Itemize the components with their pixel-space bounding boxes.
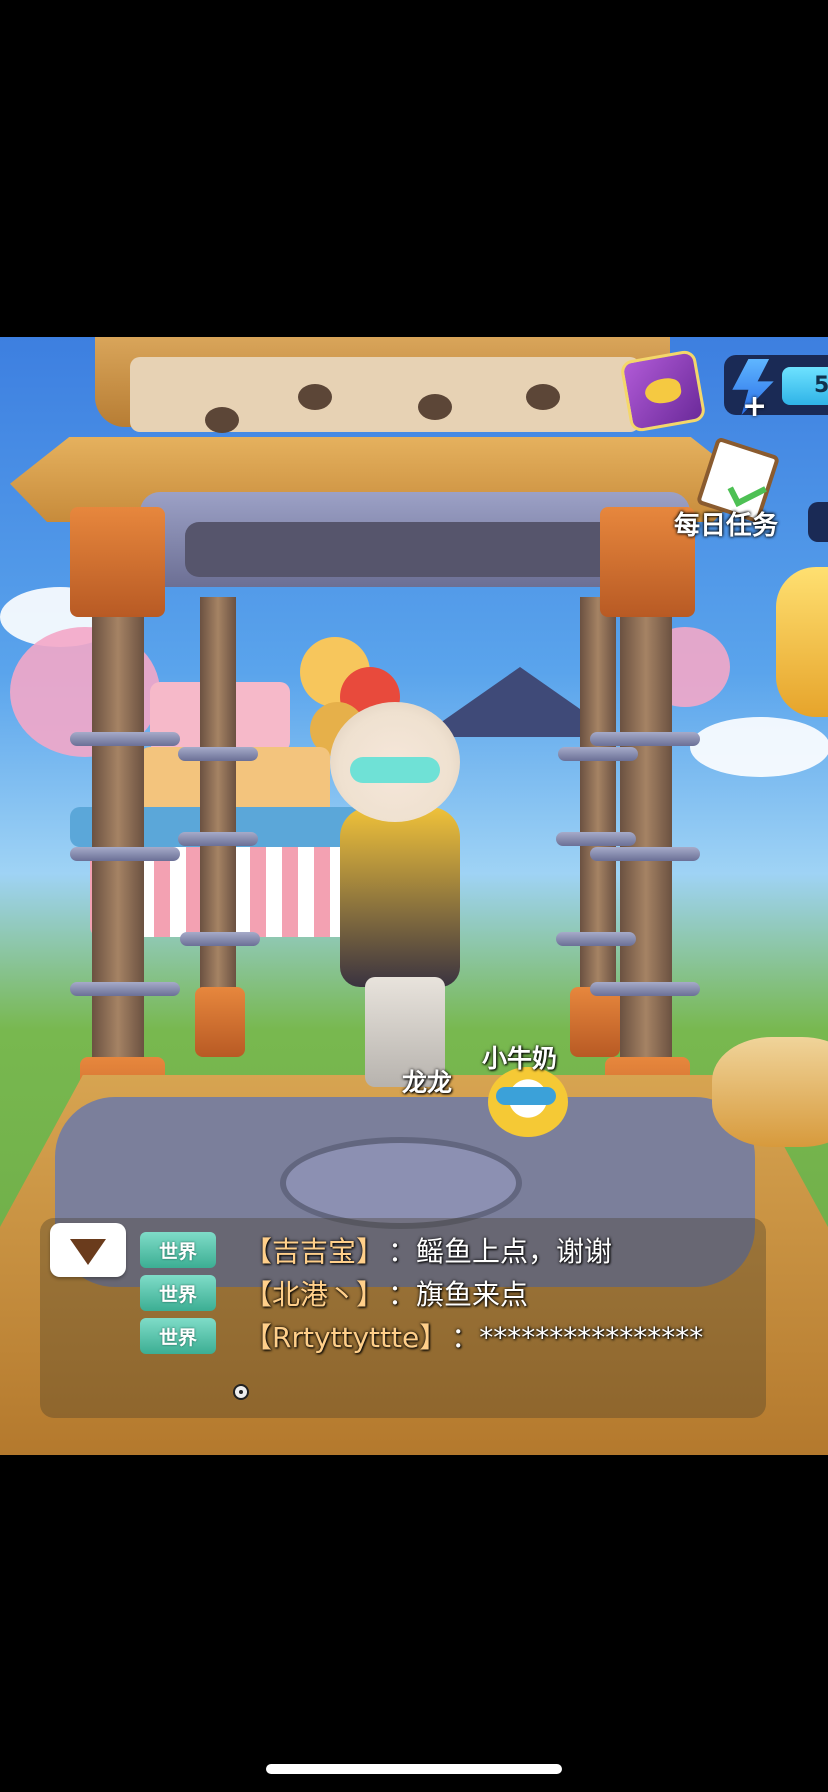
gazebo-pillar xyxy=(580,597,616,1017)
channel-badge: 世界 xyxy=(140,1275,216,1311)
fish-icon xyxy=(643,376,683,406)
checkmark-icon xyxy=(727,473,767,507)
side-panel-tab[interactable] xyxy=(808,502,828,542)
pillar-rung xyxy=(70,982,180,996)
player-nameplate: 龙龙 xyxy=(402,1068,453,1097)
daily-tasks-button[interactable] xyxy=(695,436,781,524)
pillar-rung xyxy=(556,832,636,846)
gazebo-pillar xyxy=(200,597,236,1017)
chat-sender[interactable]: 【北港丶】 xyxy=(244,1273,384,1313)
add-energy-button[interactable]: + xyxy=(742,389,767,424)
gazebo-pillar xyxy=(92,567,144,1087)
gazebo-pillar xyxy=(620,567,672,1087)
chat-text: ：旗鱼来点 xyxy=(388,1278,529,1311)
player-character-visor xyxy=(350,757,440,783)
pillar-rung xyxy=(178,832,258,846)
home-indicator[interactable] xyxy=(266,1764,562,1774)
chat-sender[interactable]: 【吉吉宝】 xyxy=(244,1230,384,1270)
pillar-rung xyxy=(178,747,258,761)
daily-tasks-label: 每日任务 xyxy=(674,511,779,541)
chat-scroll-indicator-icon xyxy=(233,1384,249,1400)
pillar-rung xyxy=(180,932,260,946)
decor-pad xyxy=(712,1037,828,1147)
pillar-rung xyxy=(556,932,636,946)
pillar-cap xyxy=(195,987,245,1057)
fish-collection-button[interactable] xyxy=(619,348,707,434)
pillar-rung xyxy=(558,747,638,761)
chat-text: ：鳐鱼上点，谢谢 xyxy=(388,1235,613,1268)
triangle-down-icon xyxy=(70,1239,106,1265)
pet-nameplate: 小牛奶 xyxy=(482,1044,558,1073)
cloud xyxy=(690,717,828,777)
pillar-cap xyxy=(570,987,620,1057)
pillar-rung xyxy=(590,847,700,861)
channel-badge: 世界 xyxy=(140,1318,216,1354)
pet-mask xyxy=(496,1087,556,1105)
pillar-rung xyxy=(590,732,700,746)
hud: 52 + 每日任务 xyxy=(0,337,828,637)
player-character-body[interactable] xyxy=(340,807,460,987)
chat-message: 世界 【Rrtyttyttte】 ：**************** xyxy=(140,1316,703,1356)
chat-message: 世界 【吉吉宝】 ：鳐鱼上点，谢谢 xyxy=(140,1230,612,1270)
pillar-rung xyxy=(70,847,180,861)
channel-badge: 世界 xyxy=(140,1232,216,1268)
chat-collapse-button[interactable] xyxy=(50,1223,126,1277)
chat-sender[interactable]: 【Rrtyttyttte】 xyxy=(244,1316,447,1356)
chat-message: 世界 【北港丶】 ：旗鱼来点 xyxy=(140,1273,528,1313)
gazebo-floor-disk xyxy=(280,1137,522,1229)
pillar-rung xyxy=(590,982,700,996)
chat-text: ：**************** xyxy=(451,1321,704,1354)
energy-value: 52 xyxy=(782,367,828,405)
pillar-rung xyxy=(70,732,180,746)
